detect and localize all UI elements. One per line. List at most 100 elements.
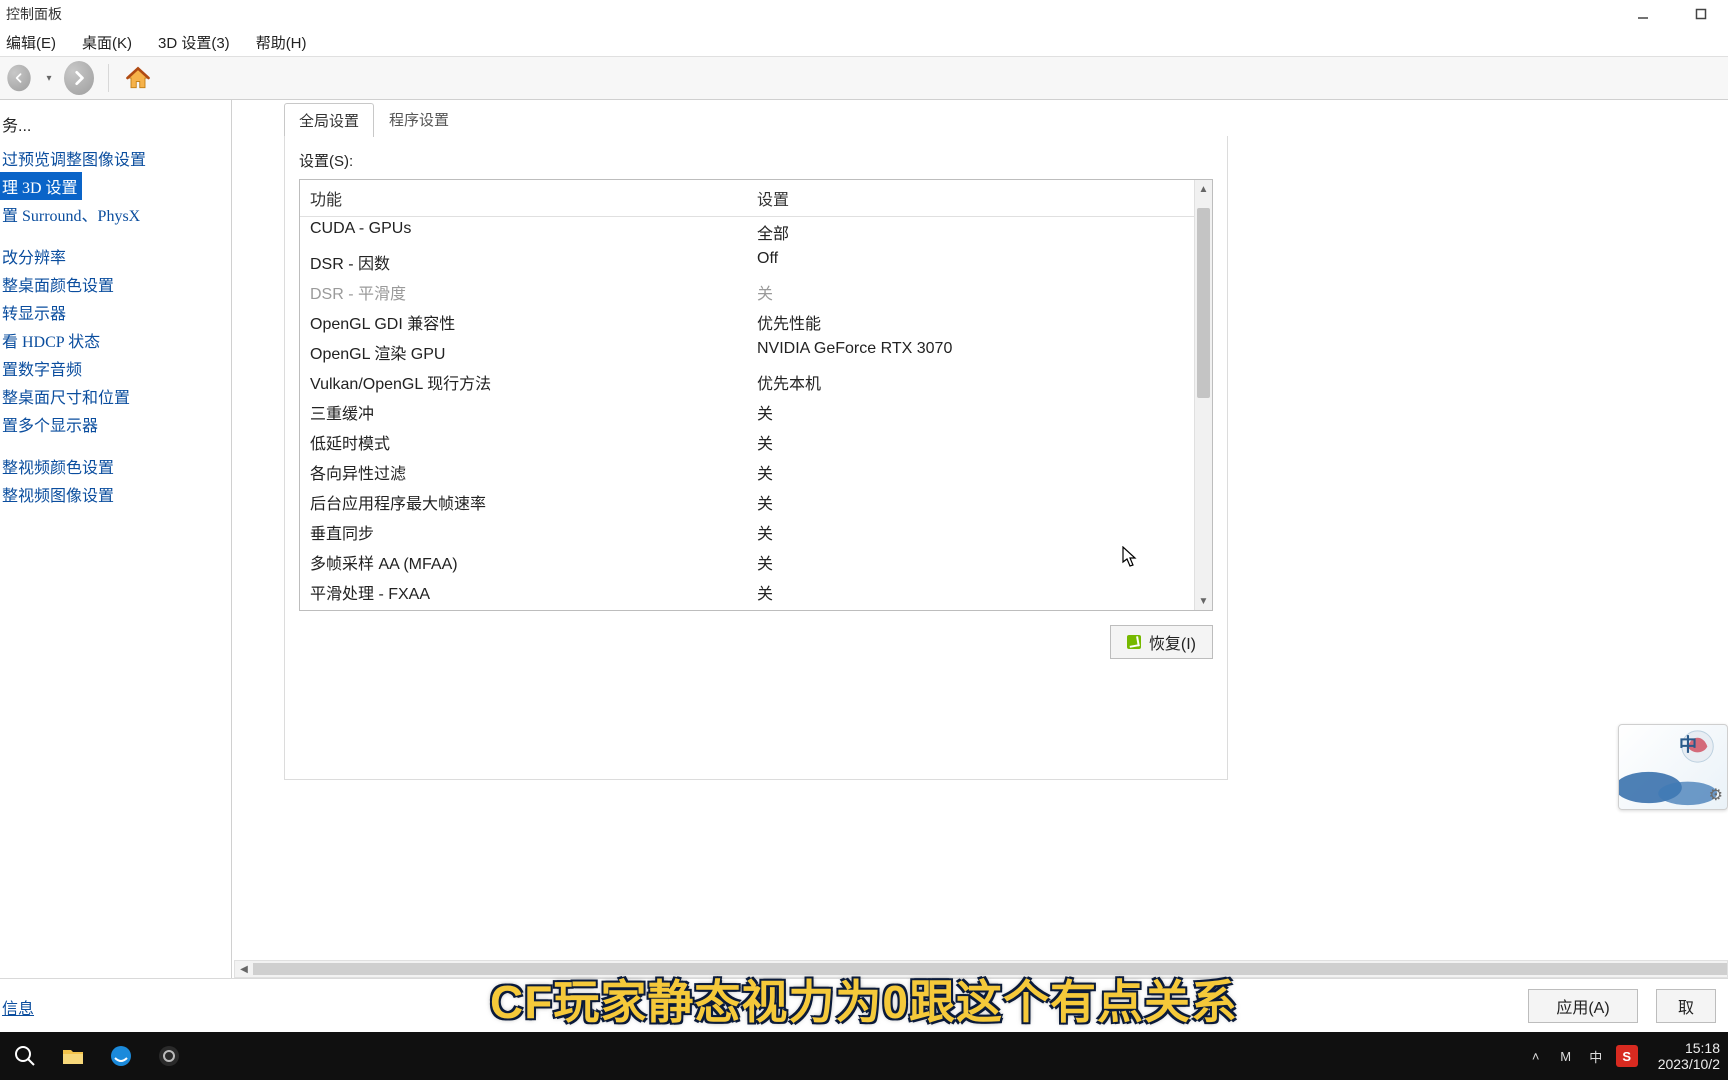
tray-sogou-icon[interactable]: S bbox=[1616, 1045, 1638, 1067]
cell-feature: 三重缓冲 bbox=[300, 397, 747, 427]
cell-setting: 关 bbox=[747, 487, 1194, 517]
maximize-button[interactable] bbox=[1684, 3, 1718, 25]
sidebar-link-preview-image[interactable]: 过预览调整图像设置 bbox=[0, 144, 231, 172]
scroll-up-icon[interactable]: ▲ bbox=[1195, 180, 1212, 198]
cell-setting: 全部 bbox=[747, 217, 1194, 247]
titlebar: 控制面板 bbox=[0, 0, 1728, 28]
forward-button[interactable] bbox=[64, 63, 94, 93]
menu-desktop[interactable]: 桌面(K) bbox=[78, 30, 136, 55]
sidebar-link-manage-3d[interactable]: 理 3D 设置 bbox=[0, 172, 82, 200]
cell-feature: Vulkan/OpenGL 现行方法 bbox=[300, 367, 747, 397]
sidebar-link-desktop-size[interactable]: 整桌面尺寸和位置 bbox=[0, 382, 231, 410]
table-row[interactable]: 垂直同步关 bbox=[300, 517, 1194, 547]
cell-setting: 优先性能 bbox=[747, 307, 1194, 337]
sidebar-link-rotate-display[interactable]: 转显示器 bbox=[0, 298, 231, 326]
table-row[interactable]: CUDA - GPUs全部 bbox=[300, 217, 1194, 247]
table-row[interactable]: 后台应用程序最大帧速率关 bbox=[300, 487, 1194, 517]
tray-ime2[interactable]: 中 bbox=[1586, 1046, 1606, 1066]
back-button[interactable] bbox=[4, 63, 34, 93]
cell-feature: 后台应用程序最大帧速率 bbox=[300, 487, 747, 517]
table-row[interactable]: 平滑处理 - FXAA关 bbox=[300, 577, 1194, 607]
body: 务... 过预览调整图像设置 理 3D 设置 置 Surround、PhysX … bbox=[0, 100, 1728, 978]
table-row[interactable]: OpenGL 渲染 GPUNVIDIA GeForce RTX 3070 bbox=[300, 337, 1194, 367]
clock-date: 2023/10/2 bbox=[1658, 1056, 1720, 1072]
table-scrollbar[interactable]: ▲ ▼ bbox=[1194, 180, 1212, 610]
menu-3d-settings[interactable]: 3D 设置(3) bbox=[154, 30, 234, 55]
sidebar-link-digital-audio[interactable]: 置数字音频 bbox=[0, 354, 231, 382]
sidebar-link-surround-physx[interactable]: 置 Surround、PhysX bbox=[0, 200, 231, 228]
cell-feature: 多帧采样 AA (MFAA) bbox=[300, 547, 747, 577]
menu-edit[interactable]: 编辑(E) bbox=[2, 30, 60, 55]
toolbar-separator bbox=[108, 64, 109, 92]
clock-time: 15:18 bbox=[1658, 1040, 1720, 1056]
home-button[interactable] bbox=[123, 63, 153, 93]
back-dropdown[interactable]: ▾ bbox=[42, 63, 56, 93]
system-info-link[interactable]: 信息 bbox=[2, 995, 34, 1019]
col-feature[interactable]: 功能 bbox=[300, 180, 747, 216]
sidebar-link-desktop-color[interactable]: 整桌面颜色设置 bbox=[0, 270, 231, 298]
sidebar-link-hdcp[interactable]: 看 HDCP 状态 bbox=[0, 326, 231, 354]
sidebar-link-video-color[interactable]: 整视频颜色设置 bbox=[0, 452, 231, 480]
ime-settings-icon[interactable]: ⚙ bbox=[1709, 785, 1723, 805]
window-title: 控制面板 bbox=[2, 4, 62, 24]
scroll-thumb[interactable] bbox=[1197, 208, 1210, 398]
cell-feature: 垂直同步 bbox=[300, 517, 747, 547]
cell-feature: OpenGL 渲染 GPU bbox=[300, 337, 747, 367]
sidebar-link-multi-display[interactable]: 置多个显示器 bbox=[0, 410, 231, 438]
sidebar-link-video-image[interactable]: 整视频图像设置 bbox=[0, 480, 231, 508]
cell-setting: NVIDIA GeForce RTX 3070 bbox=[747, 337, 1194, 367]
settings-label: 设置(S): bbox=[299, 150, 1213, 171]
tray-chevron-icon[interactable]: ˄ bbox=[1526, 1046, 1546, 1066]
menu-help[interactable]: 帮助(H) bbox=[252, 30, 311, 55]
cell-setting: 关 bbox=[747, 427, 1194, 457]
cell-feature: CUDA - GPUs bbox=[300, 217, 747, 247]
taskbar-explorer-icon[interactable] bbox=[52, 1036, 94, 1076]
table-row[interactable]: 多帧采样 AA (MFAA)关 bbox=[300, 547, 1194, 577]
menubar: 编辑(E) 桌面(K) 3D 设置(3) 帮助(H) bbox=[0, 28, 1728, 56]
sidebar-header: 务... bbox=[0, 108, 231, 144]
restore-label: 恢复(I) bbox=[1149, 630, 1196, 654]
taskbar-search-icon[interactable] bbox=[4, 1036, 46, 1076]
settings-panel: 全局设置 程序设置 设置(S): 功能 设置 CUDA - GPUs全部DSR … bbox=[284, 106, 1228, 786]
restore-button[interactable]: 恢复(I) bbox=[1110, 625, 1213, 659]
taskbar-app1-icon[interactable] bbox=[100, 1036, 142, 1076]
cancel-button[interactable]: 取 bbox=[1656, 989, 1716, 1023]
scroll-down-icon[interactable]: ▼ bbox=[1195, 592, 1212, 610]
main-horizontal-scrollbar[interactable]: ◀ bbox=[234, 960, 1728, 978]
cell-setting: Off bbox=[747, 247, 1194, 277]
hscroll-thumb[interactable] bbox=[253, 963, 1727, 975]
sidebar-group-3d: 过预览调整图像设置 理 3D 设置 置 Surround、PhysX bbox=[0, 144, 231, 228]
sidebar-group-video: 整视频颜色设置 整视频图像设置 bbox=[0, 452, 231, 508]
cell-feature: 低延时模式 bbox=[300, 427, 747, 457]
system-tray: ˄ M 中 S bbox=[1526, 1045, 1638, 1067]
table-row[interactable]: OpenGL GDI 兼容性优先性能 bbox=[300, 307, 1194, 337]
sidebar-link-resolution[interactable]: 改分辨率 bbox=[0, 242, 231, 270]
table-row[interactable]: 三重缓冲关 bbox=[300, 397, 1194, 427]
cell-feature: OpenGL GDI 兼容性 bbox=[300, 307, 747, 337]
ime-panel-label: 中 bbox=[1679, 731, 1697, 757]
cell-setting: 关 bbox=[747, 397, 1194, 427]
table-row[interactable]: DSR - 因数Off bbox=[300, 247, 1194, 277]
tab-program[interactable]: 程序设置 bbox=[374, 102, 464, 136]
ime-panel[interactable]: 中 ⚙ bbox=[1618, 724, 1728, 810]
cell-feature: DSR - 因数 bbox=[300, 247, 747, 277]
table-row[interactable]: 低延时模式关 bbox=[300, 427, 1194, 457]
taskbar-app2-icon[interactable] bbox=[148, 1036, 190, 1076]
col-setting[interactable]: 设置 bbox=[747, 180, 1194, 216]
bottom-bar: 信息 应用(A) 取 bbox=[0, 978, 1728, 1032]
table-row[interactable]: DSR - 平滑度关 bbox=[300, 277, 1194, 307]
tab-global[interactable]: 全局设置 bbox=[284, 103, 374, 137]
taskbar-clock[interactable]: 15:18 2023/10/2 bbox=[1650, 1040, 1720, 1072]
table-row[interactable]: 平滑处理 - 模式关 bbox=[300, 607, 1194, 610]
tray-ime1[interactable]: M bbox=[1556, 1046, 1576, 1066]
hscroll-left-icon[interactable]: ◀ bbox=[235, 964, 253, 975]
table-row[interactable]: 各向异性过滤关 bbox=[300, 457, 1194, 487]
tab-body: 设置(S): 功能 设置 CUDA - GPUs全部DSR - 因数OffDSR… bbox=[284, 136, 1228, 780]
sidebar-group-display: 改分辨率 整桌面颜色设置 转显示器 看 HDCP 状态 置数字音频 整桌面尺寸和… bbox=[0, 242, 231, 438]
cell-setting: 优先本机 bbox=[747, 367, 1194, 397]
cell-setting: 关 bbox=[747, 517, 1194, 547]
cell-setting: 关 bbox=[747, 577, 1194, 607]
table-row[interactable]: Vulkan/OpenGL 现行方法优先本机 bbox=[300, 367, 1194, 397]
apply-button[interactable]: 应用(A) bbox=[1528, 989, 1638, 1023]
minimize-button[interactable] bbox=[1626, 3, 1660, 25]
